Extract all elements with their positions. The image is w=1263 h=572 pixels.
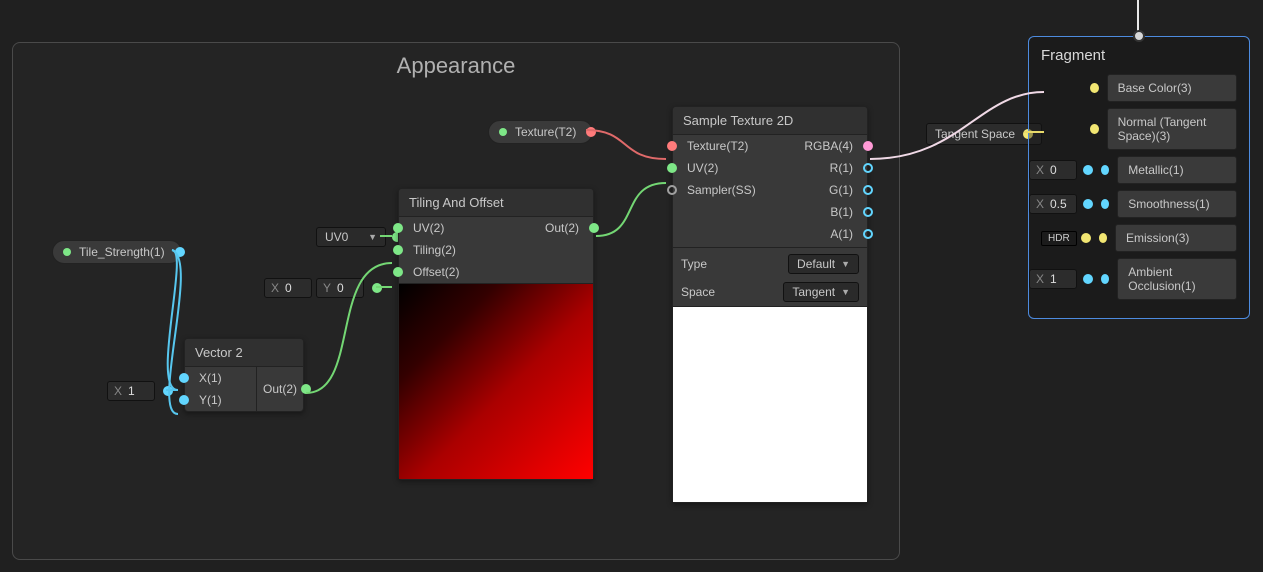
property-label: Tile_Strength(1): [79, 245, 165, 259]
node-preview: [673, 306, 867, 502]
field-offset-x[interactable]: X 0: [264, 278, 312, 298]
chip-label: Tangent Space: [935, 127, 1015, 141]
port-in-y[interactable]: [179, 395, 189, 405]
field-key: X: [1036, 197, 1044, 211]
field-value: 0: [285, 281, 305, 295]
slot-metallic[interactable]: Metallic(1): [1117, 156, 1237, 184]
property-texture[interactable]: Texture(T2): [488, 120, 593, 144]
field-label: Space: [681, 285, 715, 299]
port-label: RGBA(4): [804, 139, 853, 153]
field-ao-default[interactable]: X 1: [1029, 269, 1077, 289]
node-sample-texture-2d[interactable]: Sample Texture 2D Texture(T2) RGBA(4) UV…: [672, 106, 868, 503]
chevron-down-icon: ▼: [841, 287, 850, 297]
port-label: Y(1): [199, 393, 222, 407]
badge-hdr[interactable]: HDR: [1041, 231, 1077, 246]
field-vector2-x-external[interactable]: X 1: [107, 381, 155, 401]
field-key: X: [1036, 272, 1044, 286]
master-fragment[interactable]: Fragment Base Color(3) Normal (Tangent S…: [1028, 36, 1250, 319]
field-offset-y[interactable]: Y 0: [316, 278, 364, 298]
port-label: Out(2): [545, 221, 579, 235]
port-in-normal[interactable]: [1090, 124, 1099, 134]
port-label: G(1): [829, 183, 853, 197]
port-in-sampler[interactable]: [667, 185, 677, 195]
field-value: 0: [1050, 163, 1070, 177]
master-title: Fragment: [1041, 47, 1237, 64]
node-preview: [399, 283, 593, 479]
dropdown-value: Tangent: [792, 285, 835, 299]
field-key: Y: [323, 281, 331, 295]
port-label: A(1): [830, 227, 853, 241]
chevron-down-icon: ▼: [368, 232, 377, 242]
port-in-smoothness[interactable]: [1101, 199, 1109, 209]
port-offset-ext[interactable]: [372, 283, 382, 293]
port-out-a[interactable]: [863, 229, 873, 239]
property-label: Texture(T2): [515, 125, 576, 139]
port-in-texture[interactable]: [667, 141, 677, 151]
slot-emission[interactable]: Emission(3): [1115, 224, 1237, 252]
node-header[interactable]: Sample Texture 2D: [673, 107, 867, 135]
dropdown-value: UV0: [325, 230, 348, 244]
slot-normal[interactable]: Normal (Tangent Space)(3): [1107, 108, 1237, 150]
port-label: UV(2): [413, 221, 444, 235]
field-value: 0: [337, 281, 357, 295]
group-title: Appearance: [13, 53, 899, 79]
dropdown-sample-space[interactable]: Tangent ▼: [783, 282, 859, 302]
field-label: Type: [681, 257, 707, 271]
port-out-b[interactable]: [863, 207, 873, 217]
port-master-context[interactable]: [1133, 30, 1145, 42]
port-in-emission[interactable]: [1099, 233, 1107, 243]
port-pre-ao[interactable]: [1083, 274, 1093, 284]
field-value: 0.5: [1050, 197, 1070, 211]
port-label: B(1): [830, 205, 853, 219]
port-in-metallic[interactable]: [1101, 165, 1109, 175]
dropdown-uv-channel[interactable]: UV0 ▼: [316, 227, 386, 247]
port-label: UV(2): [687, 161, 718, 175]
port-label: X(1): [199, 371, 222, 385]
property-tile-strength[interactable]: Tile_Strength(1): [52, 240, 182, 264]
port-out-r[interactable]: [863, 163, 873, 173]
node-vector2[interactable]: Vector 2 X(1) Y(1) Out(2): [184, 338, 304, 412]
dropdown-sample-type[interactable]: Default ▼: [788, 254, 859, 274]
port-out-rgba[interactable]: [863, 141, 873, 151]
port-in-uv[interactable]: [393, 223, 403, 233]
port-label: Sampler(SS): [687, 183, 756, 197]
field-key: X: [1036, 163, 1044, 177]
port-in-tiling[interactable]: [393, 245, 403, 255]
node-header[interactable]: Tiling And Offset: [399, 189, 593, 217]
field-key: X: [114, 384, 122, 398]
property-color-dot: [499, 128, 507, 136]
field-key: X: [271, 281, 279, 295]
port-in-x[interactable]: [179, 373, 189, 383]
property-color-dot: [63, 248, 71, 256]
node-header[interactable]: Vector 2: [185, 339, 303, 367]
chip-tangent-space: Tangent Space: [926, 123, 1042, 145]
chevron-down-icon: ▼: [841, 259, 850, 269]
port-out-vector2[interactable]: [301, 384, 311, 394]
field-smoothness-default[interactable]: X 0.5: [1029, 194, 1077, 214]
port-in-ao[interactable]: [1101, 274, 1109, 284]
slot-ao[interactable]: Ambient Occlusion(1): [1117, 258, 1237, 300]
port-out-tile-strength[interactable]: [175, 247, 185, 257]
port-out-g[interactable]: [863, 185, 873, 195]
field-metallic-default[interactable]: X 0: [1029, 160, 1077, 180]
slot-base-color[interactable]: Base Color(3): [1107, 74, 1237, 102]
port-label: Offset(2): [413, 265, 459, 279]
port-in-offset[interactable]: [393, 267, 403, 277]
node-tiling-and-offset[interactable]: Tiling And Offset UV(2) Out(2) Tiling(2)…: [398, 188, 594, 480]
field-value: 1: [128, 384, 148, 398]
port-label: Texture(T2): [687, 139, 748, 153]
dropdown-value: Default: [797, 257, 835, 271]
port-pre-emission[interactable]: [1081, 233, 1091, 243]
field-value: 1: [1050, 272, 1070, 286]
port-vector2-x-ext[interactable]: [163, 386, 173, 396]
port-out-tiling[interactable]: [589, 223, 599, 233]
port-label: Tiling(2): [413, 243, 456, 257]
port-label: Out(2): [263, 382, 297, 396]
port-pre-smoothness[interactable]: [1083, 199, 1093, 209]
port-pre-metallic[interactable]: [1083, 165, 1093, 175]
port-in-uv[interactable]: [667, 163, 677, 173]
port-label: R(1): [830, 161, 853, 175]
port-in-base-color[interactable]: [1090, 83, 1099, 93]
slot-smoothness[interactable]: Smoothness(1): [1117, 190, 1237, 218]
